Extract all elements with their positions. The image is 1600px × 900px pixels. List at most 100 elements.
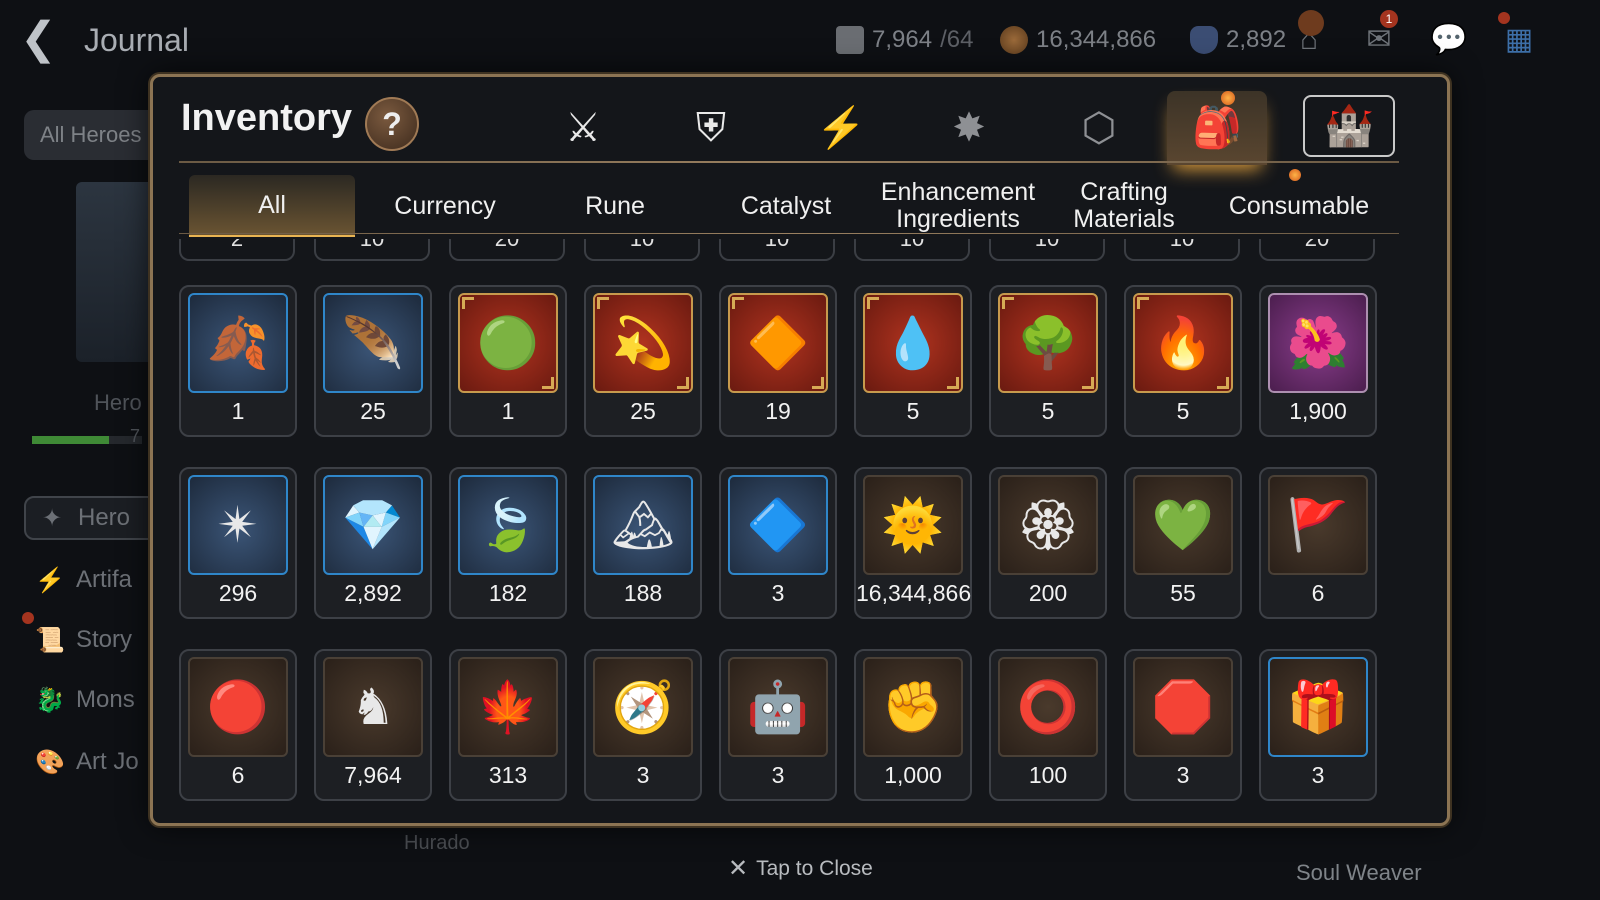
rarity-corner-ornament bbox=[1082, 377, 1094, 389]
inventory-item[interactable]: 💎 2,892 bbox=[314, 467, 432, 619]
inventory-item[interactable]: 💫 25 bbox=[584, 285, 702, 437]
green-heart-icon: 💚 bbox=[1151, 496, 1215, 553]
inventory-item[interactable]: 💚 55 bbox=[1124, 467, 1242, 619]
inventory-item[interactable]: 🤖 3 bbox=[719, 649, 837, 801]
inventory-tabs: All Currency Rune Catalyst Enhancement I… bbox=[189, 175, 1399, 237]
hero-gear-icon[interactable]: ⚔ bbox=[533, 91, 633, 165]
menu-grid-icon[interactable]: ▦ bbox=[1496, 18, 1542, 62]
inventory-item[interactable]: 🔷 3 bbox=[719, 467, 837, 619]
robot-pet-icon: 🤖 bbox=[746, 678, 810, 735]
inventory-item[interactable]: ✴ 296 bbox=[179, 467, 297, 619]
hero-progress-text: 7 bbox=[130, 426, 141, 446]
rarity-corner-ornament bbox=[597, 297, 609, 309]
rune-burst-icon[interactable]: ✸ bbox=[919, 91, 1019, 165]
hero-progress-bar bbox=[32, 436, 142, 444]
inventory-item[interactable]: ♞ 7,964 bbox=[314, 649, 432, 801]
sidebar-item-story[interactable]: 📜 Story bbox=[34, 618, 132, 662]
inventory-item[interactable]: 🟢 1 bbox=[449, 285, 567, 437]
tab-enhancement-ingredients[interactable]: Enhancement Ingredients bbox=[875, 175, 1041, 237]
item-quantity: 200 bbox=[1028, 580, 1068, 606]
fire-necklace-icon: 🔥 bbox=[1151, 314, 1215, 371]
inventory-item[interactable]: 💧 5 bbox=[854, 285, 972, 437]
inventory-item[interactable]: ⭕ 100 bbox=[989, 649, 1107, 801]
sidebar-item-label: Mons bbox=[76, 686, 135, 713]
sidebar-item-art-journal[interactable]: 🎨 Art Jo bbox=[34, 740, 139, 784]
inventory-item[interactable]: 🌞 16,344,866 bbox=[854, 467, 972, 619]
item-quantity: 2,892 bbox=[344, 580, 402, 606]
item-frame: 🚩 bbox=[1268, 475, 1368, 575]
inventory-item[interactable]: 🔥 5 bbox=[1124, 285, 1242, 437]
inventory-item[interactable]: 🧭 3 bbox=[584, 649, 702, 801]
inventory-item[interactable]: 🎁 3 bbox=[1259, 649, 1377, 801]
tap-to-close-label: Tap to Close bbox=[756, 856, 873, 880]
inventory-item[interactable]: 🪶 25 bbox=[314, 285, 432, 437]
shield-sword-icon[interactable]: ⛨ bbox=[661, 91, 761, 165]
inventory-title: Inventory bbox=[181, 97, 353, 139]
item-frame: 🍁 bbox=[458, 657, 558, 757]
guild-castle-icon[interactable]: 🏰 bbox=[1303, 95, 1395, 157]
tab-currency[interactable]: Currency bbox=[367, 175, 523, 237]
partial-item-quantity: 10 bbox=[989, 239, 1105, 261]
chat-icon[interactable]: 💬 bbox=[1426, 18, 1472, 62]
item-frame: 🔶 bbox=[728, 293, 828, 393]
sidebar-item-monster[interactable]: 🐉 Mons bbox=[34, 678, 135, 722]
inventory-item[interactable]: ✊ 1,000 bbox=[854, 649, 972, 801]
tab-consumable[interactable]: Consumable bbox=[1219, 175, 1379, 237]
item-frame: 🔴 bbox=[188, 657, 288, 757]
inventory-item[interactable]: 🌺 1,900 bbox=[1259, 285, 1377, 437]
item-quantity: 5 bbox=[1176, 398, 1190, 424]
item-frame: 💧 bbox=[863, 293, 963, 393]
cube-icon[interactable]: ⬡ bbox=[1049, 91, 1149, 165]
tab-all[interactable]: All bbox=[189, 175, 355, 237]
item-frame: 🌳 bbox=[998, 293, 1098, 393]
item-quantity: 16,344,866 bbox=[856, 580, 972, 606]
sidebar-item-label: Art Jo bbox=[76, 748, 139, 775]
item-frame: 🟢 bbox=[458, 293, 558, 393]
inventory-item[interactable]: 🌳 5 bbox=[989, 285, 1107, 437]
item-quantity: 1,000 bbox=[884, 762, 942, 788]
bag-icon[interactable]: 🎒 bbox=[1167, 91, 1267, 165]
inventory-item[interactable]: 🏵 200 bbox=[989, 467, 1107, 619]
blue-gem-icon bbox=[1190, 26, 1218, 54]
help-button[interactable]: ? bbox=[365, 97, 419, 151]
inventory-item[interactable]: 🍃 182 bbox=[449, 467, 567, 619]
partial-item-quantity: 10 bbox=[854, 239, 970, 261]
golden-leaf-emblem-icon: 🍂 bbox=[206, 314, 270, 371]
galaxy-ring-icon: 💫 bbox=[611, 314, 675, 371]
sidebar-item-hero[interactable]: ✦ Hero bbox=[24, 496, 164, 540]
inventory-item[interactable]: 🍂 1 bbox=[179, 285, 297, 437]
tab-rune[interactable]: Rune bbox=[545, 175, 685, 237]
tap-to-close[interactable]: ✕ Tap to Close bbox=[728, 854, 873, 883]
back-arrow-icon[interactable]: ❮ bbox=[20, 14, 70, 64]
item-frame: 🍂 bbox=[188, 293, 288, 393]
sidebar-item-label: Hero bbox=[78, 504, 131, 531]
partial-item-quantity: 10 bbox=[584, 239, 700, 261]
tab-crafting-materials[interactable]: Crafting Materials bbox=[1059, 175, 1189, 237]
gold-value: 16,344,866 bbox=[1036, 26, 1157, 53]
journal-title: Journal bbox=[84, 22, 189, 58]
item-frame: 🌞 bbox=[863, 475, 963, 575]
inventory-item[interactable]: 🚩 6 bbox=[1259, 467, 1377, 619]
inventory-item[interactable]: 🔴 6 bbox=[179, 649, 297, 801]
sidebar-item-artifact[interactable]: ⚡ Artifa bbox=[34, 558, 132, 602]
item-frame: 🧭 bbox=[593, 657, 693, 757]
partial-item-row: 2 10 20 10 10 10 10 10 20 bbox=[179, 239, 1389, 265]
hero-label: Hero bbox=[94, 390, 142, 415]
rarity-corner-ornament bbox=[677, 377, 689, 389]
inventory-item[interactable]: 🏔 188 bbox=[584, 467, 702, 619]
item-frame: 🛑 bbox=[1133, 657, 1233, 757]
item-quantity: 1 bbox=[501, 398, 515, 424]
amber-crystal-icon: 🔶 bbox=[746, 314, 810, 371]
inventory-item[interactable]: 🛑 3 bbox=[1124, 649, 1242, 801]
artifact-icon: ⚡ bbox=[35, 566, 65, 594]
item-quantity: 182 bbox=[488, 580, 528, 606]
lightning-icon[interactable]: ⚡ bbox=[791, 91, 891, 165]
inventory-item[interactable]: 🍁 313 bbox=[449, 649, 567, 801]
inventory-item[interactable]: 🔶 19 bbox=[719, 285, 837, 437]
all-heroes-filter[interactable]: All Heroes bbox=[24, 110, 164, 160]
red-leaves-icon: 🍁 bbox=[476, 678, 540, 735]
consumable-notification-dot bbox=[1289, 169, 1301, 181]
tab-catalyst[interactable]: Catalyst bbox=[713, 175, 859, 237]
mail-badge: 1 bbox=[1380, 10, 1398, 28]
red-bracelet-icon: ⭕ bbox=[1016, 678, 1080, 735]
